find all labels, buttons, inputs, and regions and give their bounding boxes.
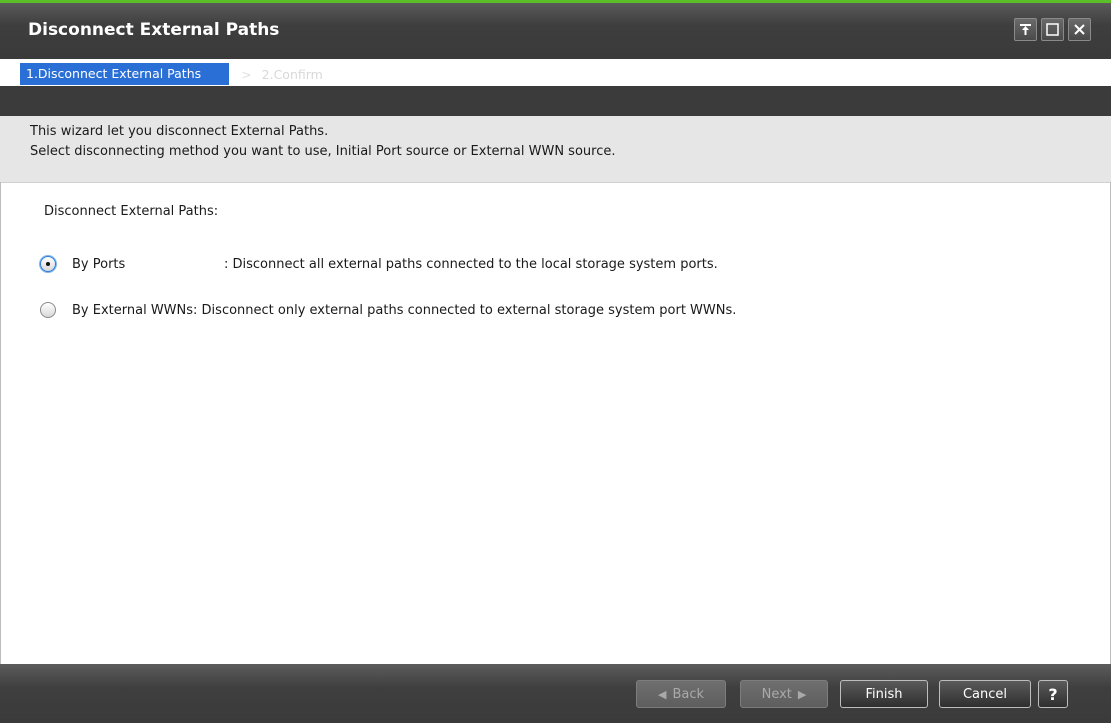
disconnect-label: Disconnect External Paths:: [44, 204, 219, 219]
right-arrow-icon: ▶: [797, 687, 807, 701]
title-bar: Disconnect External Paths 1.Disconnect E…: [0, 3, 1111, 85]
left-arrow-icon: ◀: [657, 687, 667, 701]
intro-panel: This wizard let you disconnect External …: [0, 116, 1111, 183]
window-title: Disconnect External Paths: [28, 20, 280, 40]
window-controls: [1014, 18, 1091, 41]
step-separator: >: [241, 66, 252, 82]
next-label: Next: [761, 686, 792, 702]
option-label-by-ports: By Ports: [72, 256, 126, 272]
finish-button[interactable]: Finish: [840, 680, 928, 708]
intro-line-1: This wizard let you disconnect External …: [30, 124, 329, 139]
option-by-ports[interactable]: By Ports : Disconnect all external paths…: [40, 256, 718, 272]
help-button[interactable]: ?: [1038, 680, 1068, 708]
wizard-steps: 1.Disconnect External Paths > 2.Confirm: [20, 63, 323, 85]
wizard-window: Disconnect External Paths 1.Disconnect E…: [0, 0, 1111, 723]
pin-icon[interactable]: [1014, 18, 1037, 41]
option-label-by-external-wwns: By External WWNs: [72, 302, 194, 318]
step-confirm: 2.Confirm: [261, 66, 323, 82]
radio-by-external-wwns[interactable]: [40, 302, 56, 318]
next-button[interactable]: Next ▶: [740, 680, 828, 708]
close-icon[interactable]: [1068, 18, 1091, 41]
cancel-button[interactable]: Cancel: [939, 680, 1031, 708]
intro-line-2: Select disconnecting method you want to …: [30, 144, 616, 159]
step-disconnect: 1.Disconnect External Paths: [20, 63, 230, 85]
footer-bar: ◀ Back Next ▶ Finish Cancel ?: [0, 664, 1111, 723]
left-border: [0, 182, 1, 664]
option-desc-by-external-wwns: : Disconnect only external paths connect…: [193, 302, 737, 318]
option-by-external-wwns[interactable]: By External WWNs : Disconnect only exter…: [40, 302, 736, 318]
back-label: Back: [672, 686, 705, 702]
option-desc-by-ports: : Disconnect all external paths connecte…: [224, 256, 718, 272]
back-button[interactable]: ◀ Back: [636, 680, 726, 708]
maximize-icon[interactable]: [1041, 18, 1064, 41]
radio-by-ports[interactable]: [40, 256, 56, 272]
header-band: [0, 86, 1111, 116]
